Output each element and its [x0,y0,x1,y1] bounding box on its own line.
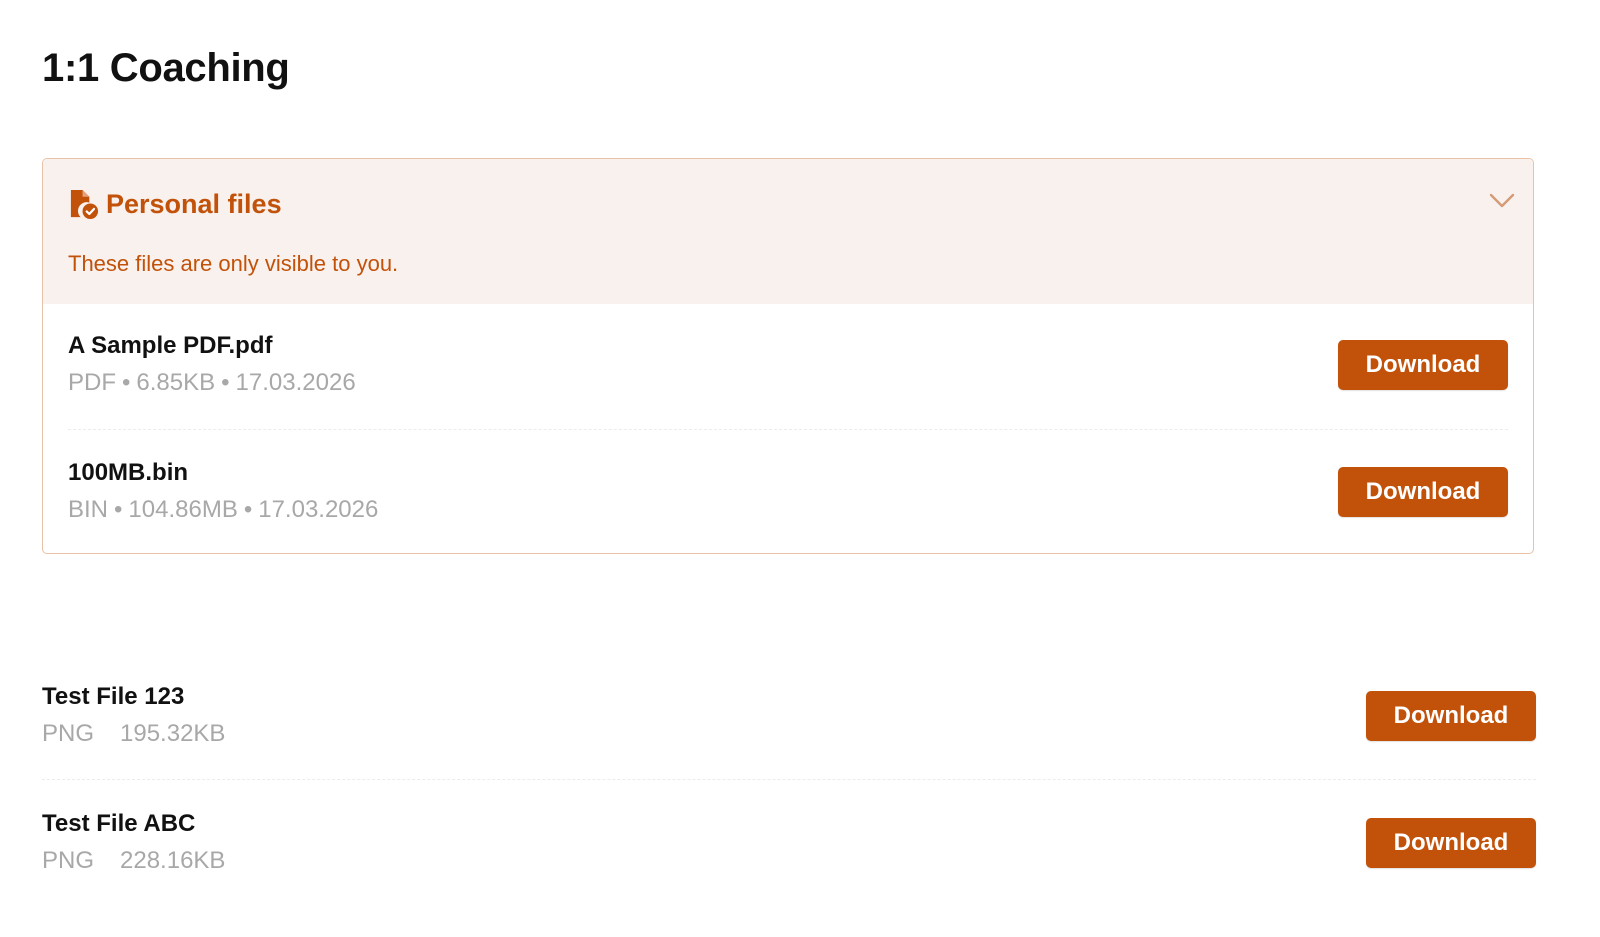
file-name: Test File 123 [42,683,185,710]
file-info: A Sample PDF.pdf PDF • 6.85KB • 17.03.2026 [68,331,356,398]
file-date: 17.03.2026 [258,496,379,523]
file-type: BIN [68,496,109,523]
file-check-icon [70,189,99,220]
meta-separator: • [122,369,131,396]
file-meta: PNG 195.32KB [42,719,225,749]
file-name: 100MB.bin [68,459,189,486]
personal-files-panel: Personal files These files are only visi… [42,158,1534,554]
file-size: 6.85KB [136,369,216,396]
meta-separator: • [114,496,123,523]
download-button[interactable]: Download [1366,690,1536,741]
download-button[interactable]: Download [1338,466,1508,517]
row-divider [68,429,1508,430]
page-title: 1:1 Coaching [42,46,290,90]
personal-files-description: These files are only visible to you. [68,251,399,276]
file-size: 104.86MB [128,496,238,523]
file-name: A Sample PDF.pdf [68,332,273,359]
personal-files-title-row: Personal files [68,189,282,220]
file-row: Test File 123 PNG 195.32KB Download [42,682,1536,749]
meta-separator: • [243,496,253,523]
file-type: PNG [42,847,95,874]
personal-files-header[interactable]: Personal files These files are only visi… [43,159,1533,304]
file-meta: BIN • 104.86MB • 17.03.2026 [68,495,378,525]
file-meta: PDF • 6.85KB • 17.03.2026 [68,368,356,398]
file-row: A Sample PDF.pdf PDF • 6.85KB • 17.03.2026 D… [68,331,1508,398]
file-info: Test File ABC PNG 228.16KB [42,809,225,876]
row-divider [42,779,1536,780]
file-date: 17.03.2026 [235,369,356,396]
file-info: Test File 123 PNG 195.32KB [42,682,225,749]
file-meta: PNG 228.16KB [42,846,225,876]
personal-files-title: Personal files [106,189,282,219]
chevron-down-icon[interactable] [1489,193,1515,209]
file-size: 228.16KB [120,847,226,874]
file-info: 100MB.bin BIN • 104.86MB • 17.03.2026 [68,458,378,525]
file-name: Test File ABC [42,810,196,837]
file-type: PNG [42,720,95,747]
file-row: Test File ABC PNG 228.16KB Download [42,809,1536,876]
file-size: 195.32KB [120,720,226,747]
download-button[interactable]: Download [1338,339,1508,390]
download-button[interactable]: Download [1366,817,1536,868]
file-type: PDF [68,369,116,396]
file-row: 100MB.bin BIN • 104.86MB • 17.03.2026 Downlo… [68,458,1508,525]
meta-separator: • [221,369,230,396]
